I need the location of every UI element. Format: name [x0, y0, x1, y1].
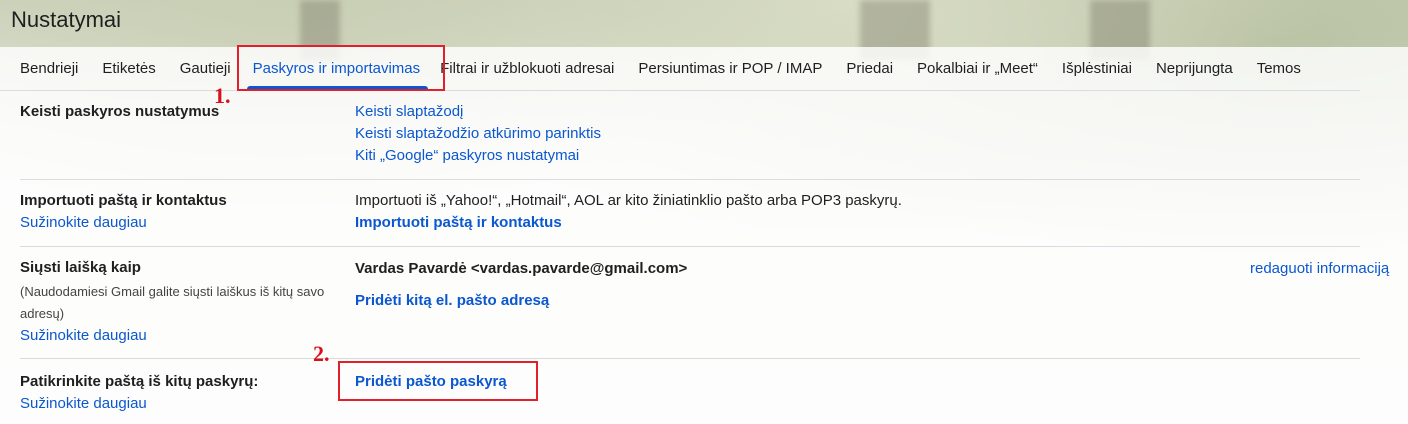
section-label-send-as: Siųsti laišką kaip [20, 259, 141, 276]
section-divider [20, 358, 1360, 359]
edit-info-link[interactable]: redaguoti informaciją [1250, 260, 1389, 277]
tab-advanced[interactable]: Išplėstiniai [1050, 47, 1144, 91]
section-divider [20, 246, 1360, 247]
page-title: Nustatymai [11, 7, 122, 32]
check-mail-learn-more-link[interactable]: Sužinokite daugiau [20, 395, 147, 412]
import-description: Importuoti iš „Yahoo!“, „Hotmail“, AOL a… [355, 192, 902, 209]
tab-offline[interactable]: Neprijungta [1144, 47, 1245, 91]
tab-forwarding-pop-imap[interactable]: Persiuntimas ir POP / IMAP [626, 47, 834, 91]
tab-labels[interactable]: Etiketės [90, 47, 167, 91]
import-mail-contacts-link[interactable]: Importuoti paštą ir kontaktus [355, 214, 562, 231]
google-account-settings-link[interactable]: Kiti „Google“ paskyros nustatymai [355, 147, 579, 164]
send-as-note-line1: (Naudodamiesi Gmail galite siųsti laišku… [20, 284, 325, 299]
settings-tabs: Bendrieji Etiketės Gautieji Paskyros ir … [0, 47, 1360, 91]
section-label-import: Importuoti paštą ir kontaktus [20, 192, 227, 209]
send-as-learn-more-link[interactable]: Sužinokite daugiau [20, 327, 147, 344]
change-password-link[interactable]: Keisti slaptažodį [355, 103, 463, 120]
section-label-change-account: Keisti paskyros nustatymus [20, 103, 220, 120]
tab-filters[interactable]: Filtrai ir užblokuoti adresai [436, 47, 626, 91]
import-learn-more-link[interactable]: Sužinokite daugiau [20, 214, 147, 231]
step-marker-2: 2. [313, 341, 330, 366]
tab-addons[interactable]: Priedai [834, 47, 905, 91]
change-recovery-link[interactable]: Keisti slaptažodžio atkūrimo parinktis [355, 125, 601, 142]
tab-accounts-import[interactable]: Paskyros ir importavimas [239, 47, 437, 91]
tab-chat-meet[interactable]: Pokalbiai ir „Meet“ [905, 47, 1050, 91]
section-divider [20, 179, 1360, 180]
send-as-note-line2: adresų) [20, 306, 65, 321]
add-mail-account-link[interactable]: Pridėti pašto paskyrą [355, 373, 507, 390]
add-another-email-link[interactable]: Pridėti kitą el. pašto adresą [355, 292, 549, 309]
tab-general[interactable]: Bendrieji [8, 47, 90, 91]
send-as-address: Vardas Pavardė <vardas.pavarde@gmail.com… [355, 260, 688, 277]
tab-themes[interactable]: Temos [1245, 47, 1313, 91]
section-label-check-mail: Patikrinkite paštą iš kitų paskyrų: [20, 373, 259, 390]
